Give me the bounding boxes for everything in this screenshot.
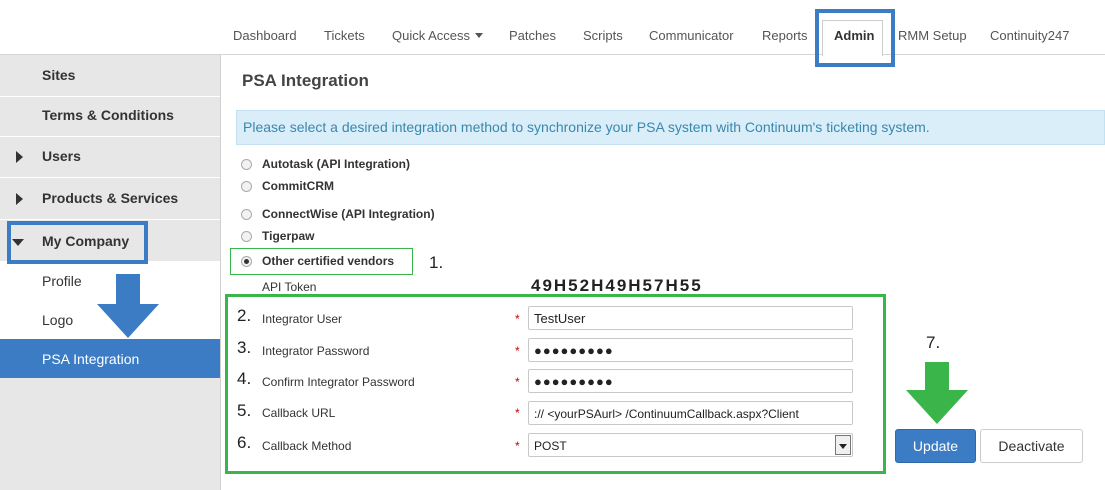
callback-url-input[interactable]: :// <yourPSAurl> /ContinuumCallback.aspx… <box>528 401 853 425</box>
arrow-down-icon <box>97 274 159 338</box>
tab-rmm-setup[interactable]: RMM Setup <box>898 28 967 43</box>
step-7-marker: 7. <box>926 333 941 352</box>
sidebar: Sites Terms & Conditions Users Products … <box>0 55 221 490</box>
callback-method-label: Callback Method <box>262 439 352 453</box>
caret-right-icon <box>16 193 23 205</box>
integrator-user-input[interactable]: TestUser <box>528 306 853 330</box>
tab-continuity247[interactable]: Continuity247 <box>990 28 1070 43</box>
option-label: CommitCRM <box>262 179 334 193</box>
sidebar-item-sites[interactable]: Sites <box>0 55 220 97</box>
sidebar-subitem-psa-integration[interactable]: PSA Integration <box>0 339 220 378</box>
callback-method-value: POST <box>534 439 567 453</box>
tab-communicator[interactable]: Communicator <box>649 28 734 43</box>
required-marker: * <box>515 344 520 358</box>
option-label: Autotask (API Integration) <box>262 157 411 171</box>
tab-quick-access[interactable]: Quick Access <box>392 28 484 43</box>
sidebar-subitem-label: PSA Integration <box>42 351 140 367</box>
option-commitcrm[interactable]: CommitCRM <box>241 179 334 193</box>
callback-url-label: Callback URL <box>262 406 336 420</box>
tab-dashboard[interactable]: Dashboard <box>233 28 297 43</box>
top-nav: Dashboard Tickets Quick Access Patches S… <box>0 0 1105 56</box>
step-3-marker: 3. <box>237 338 252 357</box>
sidebar-item-label: Products & Services <box>42 190 179 206</box>
tab-patches[interactable]: Patches <box>509 28 556 43</box>
radio-button[interactable] <box>241 181 252 192</box>
radio-button[interactable] <box>241 231 252 242</box>
step-1-marker: 1. <box>429 253 444 272</box>
integrator-user-label: Integrator User <box>262 312 343 326</box>
step-6-marker: 6. <box>237 433 252 452</box>
sidebar-subitem-label: Profile <box>42 273 82 289</box>
page-title: PSA Integration <box>242 71 369 90</box>
sidebar-item-label: Terms & Conditions <box>42 107 174 123</box>
sidebar-item-label: Sites <box>42 67 76 83</box>
sidebar-item-terms[interactable]: Terms & Conditions <box>0 95 220 137</box>
radio-button[interactable] <box>241 159 252 170</box>
step-5-marker: 5. <box>237 401 252 420</box>
required-marker: * <box>515 312 520 326</box>
update-button[interactable]: Update <box>895 429 976 463</box>
chevron-down-icon <box>475 33 484 38</box>
step-4-marker: 4. <box>237 369 252 388</box>
admin-tab-highlight <box>815 9 895 67</box>
integrator-password-input[interactable]: ●●●●●●●●● <box>528 338 853 362</box>
confirm-password-label: Confirm Integrator Password <box>262 375 415 389</box>
api-token-label: API Token <box>262 280 317 294</box>
tab-quick-access-label: Quick Access <box>392 28 471 43</box>
other-vendors-highlight <box>230 248 413 275</box>
confirm-password-input[interactable]: ●●●●●●●●● <box>528 369 853 393</box>
api-token-value: 49H52H49H57H55 <box>531 276 703 295</box>
required-marker: * <box>515 375 520 389</box>
arrow-down-icon <box>906 362 968 424</box>
option-label: ConnectWise (API Integration) <box>262 207 435 221</box>
tab-reports[interactable]: Reports <box>762 28 808 43</box>
sidebar-item-label: Users <box>42 148 81 164</box>
integrator-password-label: Integrator Password <box>262 344 370 358</box>
option-label: Tigerpaw <box>262 229 315 243</box>
option-tigerpaw[interactable]: Tigerpaw <box>241 229 314 243</box>
tab-scripts[interactable]: Scripts <box>583 28 623 43</box>
step-2-marker: 2. <box>237 306 252 325</box>
my-company-highlight <box>7 221 148 264</box>
required-marker: * <box>515 406 520 420</box>
sidebar-item-products-services[interactable]: Products & Services <box>0 178 220 220</box>
info-banner: Please select a desired integration meth… <box>236 110 1105 145</box>
caret-right-icon <box>16 151 23 163</box>
sidebar-subitem-label: Logo <box>42 312 74 328</box>
deactivate-button[interactable]: Deactivate <box>980 429 1083 463</box>
radio-button[interactable] <box>241 209 252 220</box>
option-autotask[interactable]: Autotask (API Integration) <box>241 157 410 171</box>
option-connectwise[interactable]: ConnectWise (API Integration) <box>241 207 435 221</box>
dropdown-arrow-icon[interactable] <box>835 435 851 455</box>
tab-tickets[interactable]: Tickets <box>324 28 365 43</box>
callback-method-select[interactable]: POST <box>528 433 853 457</box>
sidebar-item-users[interactable]: Users <box>0 136 220 178</box>
required-marker: * <box>515 439 520 453</box>
